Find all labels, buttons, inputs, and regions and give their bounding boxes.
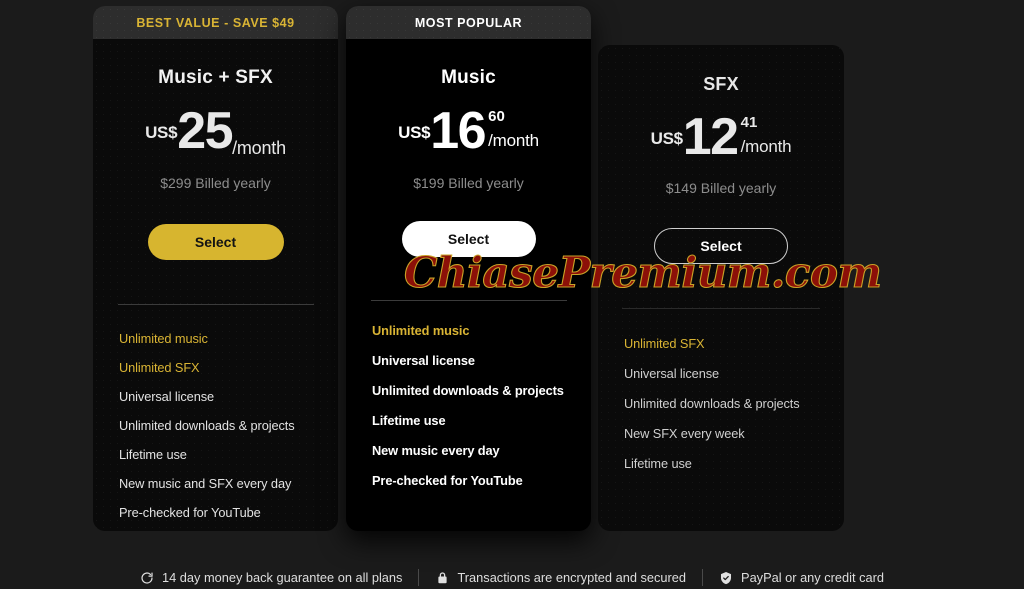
- feature-item: New SFX every week: [624, 426, 745, 441]
- feature-item: Lifetime use: [372, 413, 446, 428]
- select-button-sfx[interactable]: Select: [654, 228, 788, 264]
- footer-item-money-back: 14 day money back guarantee on all plans: [124, 570, 418, 585]
- feature-item: Lifetime use: [624, 456, 692, 471]
- footer-label: PayPal or any credit card: [741, 570, 884, 585]
- card-body: Music US$ 16 60 /month $199 Billed yearl…: [346, 67, 591, 488]
- price-cents: 41: [740, 114, 758, 131]
- feature-item: Unlimited music: [372, 323, 470, 338]
- plan-title: Music: [441, 67, 496, 88]
- select-button-music-sfx[interactable]: Select: [147, 224, 284, 260]
- card-divider: [370, 300, 567, 301]
- card-divider: [117, 304, 314, 305]
- badge-label: MOST POPULAR: [414, 15, 523, 30]
- card-badge-most-popular: MOST POPULAR: [346, 6, 591, 39]
- badge-label: BEST VALUE - SAVE $49: [136, 15, 295, 30]
- footer-item-payment: PayPal or any credit card: [703, 570, 900, 585]
- card-body: SFX US$ 12 41 /month $149 Billed yearly …: [598, 74, 844, 471]
- price-period: /month: [740, 137, 792, 156]
- price-cents-group: 60 /month: [488, 109, 539, 151]
- card-body: Music + SFX US$ 25 /month $299 Billed ye…: [93, 67, 338, 520]
- feature-item: Universal license: [119, 389, 215, 404]
- refresh-icon: [140, 571, 154, 585]
- feature-item: Universal license: [624, 366, 720, 381]
- feature-item: New music and SFX every day: [119, 476, 292, 491]
- footer-label: 14 day money back guarantee on all plans: [161, 570, 403, 585]
- price-amount: 25: [177, 102, 233, 160]
- billed-note: $149 Billed yearly: [665, 180, 777, 196]
- price-currency: US$: [145, 123, 178, 142]
- feature-list: Unlimited SFX Universal license Unlimite…: [620, 336, 822, 471]
- price-period: /month: [488, 131, 539, 150]
- feature-item: Unlimited downloads & projects: [119, 418, 295, 433]
- select-button-music[interactable]: Select: [401, 221, 536, 257]
- price-block: US$ 25 /month: [115, 102, 316, 165]
- pricing-card-music-sfx[interactable]: BEST VALUE - SAVE $49 Music + SFX US$ 25…: [93, 6, 338, 531]
- feature-item: Unlimited music: [119, 331, 208, 346]
- pricing-card-sfx[interactable]: SFX US$ 12 41 /month $149 Billed yearly …: [598, 45, 844, 531]
- feature-list: Unlimited music Universal license Unlimi…: [368, 323, 569, 488]
- footer-item-encrypted: Transactions are encrypted and secured: [419, 570, 702, 585]
- price-period: /month: [232, 138, 286, 158]
- shield-check-icon: [719, 571, 733, 585]
- feature-item: Lifetime use: [119, 447, 187, 462]
- plan-title: Music + SFX: [158, 67, 273, 88]
- footer-label: Transactions are encrypted and secured: [457, 570, 687, 585]
- feature-item: Pre-checked for YouTube: [119, 505, 261, 520]
- plan-title: SFX: [703, 74, 739, 94]
- billed-note: $299 Billed yearly: [160, 175, 271, 191]
- price-block: US$ 12 41 /month: [620, 108, 822, 171]
- pricing-card-music[interactable]: MOST POPULAR Music US$ 16 60 /month $199…: [346, 6, 591, 531]
- lock-icon: [435, 571, 449, 585]
- feature-list: Unlimited music Unlimited SFX Universal …: [115, 331, 316, 520]
- feature-item: Unlimited SFX: [119, 360, 200, 375]
- feature-item: Unlimited SFX: [624, 336, 705, 351]
- feature-item: Unlimited downloads & projects: [624, 396, 800, 411]
- price-currency: US$: [398, 123, 431, 142]
- card-divider: [622, 308, 820, 309]
- feature-item: New music every day: [372, 443, 500, 458]
- trust-footer: 14 day money back guarantee on all plans…: [0, 566, 1024, 589]
- price-cents: 60: [488, 108, 505, 125]
- feature-item: Universal license: [372, 353, 475, 368]
- price-amount: 12: [682, 108, 739, 166]
- price-amount: 16: [430, 102, 486, 160]
- feature-item: Pre-checked for YouTube: [372, 473, 523, 488]
- price-cents-group: 41 /month: [741, 115, 792, 157]
- billed-note: $199 Billed yearly: [413, 175, 524, 191]
- pricing-plans: BEST VALUE - SAVE $49 Music + SFX US$ 25…: [0, 0, 1024, 540]
- feature-item: Unlimited downloads & projects: [372, 383, 564, 398]
- price-currency: US$: [650, 129, 683, 148]
- card-badge-best-value: BEST VALUE - SAVE $49: [93, 6, 338, 39]
- price-block: US$ 16 60 /month: [368, 102, 569, 165]
